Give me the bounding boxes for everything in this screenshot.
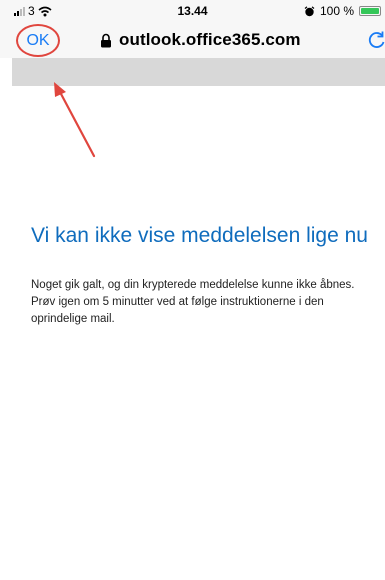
alarm-clock-icon [304, 5, 315, 16]
status-right: 100 % [304, 4, 381, 18]
battery-percent: 100 % [319, 4, 354, 18]
browser-nav-bar: OK outlook.office365.com [0, 22, 385, 58]
reload-icon[interactable] [367, 30, 385, 50]
battery-icon [359, 6, 381, 16]
error-message: Noget gik galt, og din krypterede meddel… [31, 279, 355, 325]
url-text: outlook.office365.com [119, 30, 301, 49]
ok-button[interactable]: OK [16, 24, 60, 57]
lock-icon [101, 33, 111, 47]
address-bar[interactable]: outlook.office365.com [100, 30, 301, 50]
status-bar: 3 13.44 100 % [0, 0, 385, 22]
annotation-arrow [54, 82, 96, 158]
battery-level [361, 8, 379, 14]
error-heading: Vi kan ikke vise meddelelsen lige nu [31, 224, 368, 247]
